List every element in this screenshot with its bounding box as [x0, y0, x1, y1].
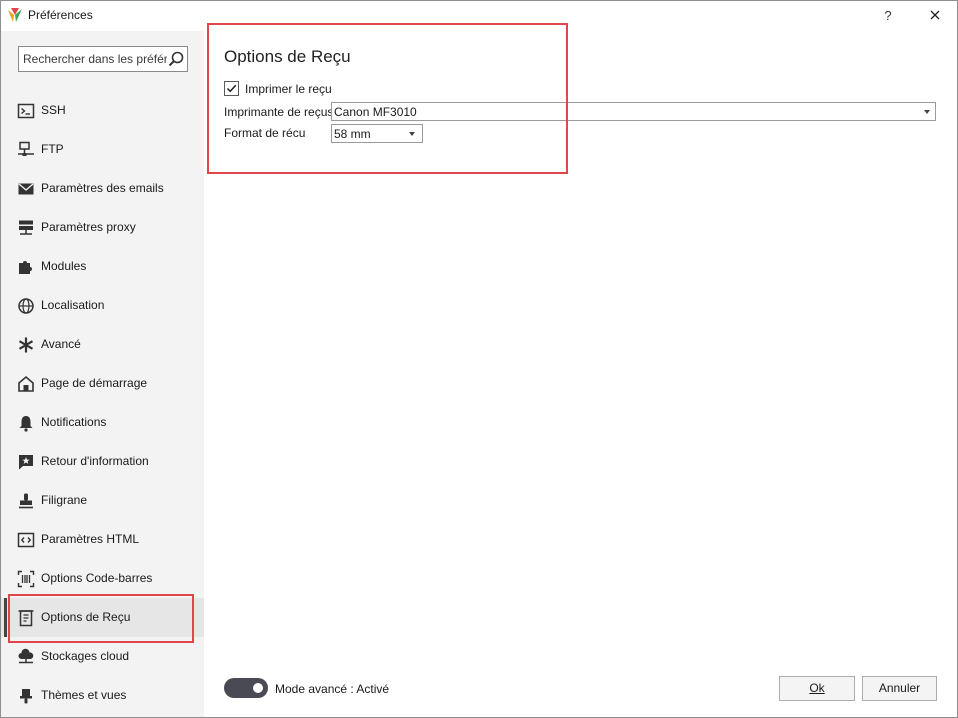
- puzzle-icon: [19, 261, 32, 274]
- advanced-mode-label: Mode avancé : Activé: [275, 682, 390, 696]
- checkmark-icon: [226, 84, 237, 93]
- sidebar-item-label: Page de démarrage: [41, 376, 148, 390]
- sidebar-item-feedback[interactable]: Retour d'information: [1, 442, 204, 481]
- page-title: Options de Reçu: [224, 47, 351, 66]
- sidebar-item-label: Options Code-barres: [41, 571, 153, 585]
- toggle-knob: [253, 683, 263, 693]
- sidebar-item-label: Thèmes et vues: [41, 688, 127, 702]
- ok-button-label: Ok: [809, 681, 825, 695]
- receipt-icon: [18, 610, 34, 627]
- sidebar-item-modules[interactable]: Modules: [1, 247, 204, 286]
- print-receipt-label: Imprimer le reçu: [245, 82, 332, 96]
- printer-select[interactable]: Canon MF3010: [331, 102, 936, 121]
- email-icon: [18, 183, 34, 195]
- sidebar-item-barcode-options[interactable]: Options Code-barres: [1, 559, 204, 598]
- window-title: Préférences: [28, 8, 93, 22]
- sidebar-item-label: Avancé: [41, 337, 81, 351]
- search-icon[interactable]: [167, 50, 185, 68]
- preferences-window: Préférences ? SSH: [0, 0, 958, 718]
- app-logo-icon: [8, 8, 22, 22]
- terminal-icon: [17, 103, 35, 119]
- sidebar-item-label: FTP: [41, 142, 64, 156]
- themes-icon: [20, 689, 32, 704]
- sidebar-item-label: Retour d'information: [41, 454, 149, 468]
- format-label: Format de récu: [224, 126, 306, 140]
- sidebar-item-localization[interactable]: Localisation: [1, 286, 204, 325]
- cancel-button[interactable]: Annuler: [862, 676, 937, 701]
- help-button[interactable]: ?: [877, 5, 899, 27]
- feedback-star-icon: [19, 455, 33, 470]
- sidebar-item-label: Paramètres des emails: [41, 181, 164, 195]
- sidebar-item-label: Modules: [41, 259, 87, 273]
- sidebar-item-start-page[interactable]: Page de démarrage: [1, 364, 204, 403]
- sidebar-item-ssh[interactable]: SSH: [1, 91, 204, 130]
- advanced-mode-toggle[interactable]: [224, 678, 268, 698]
- sidebar-item-email-settings[interactable]: Paramètres des emails: [1, 169, 204, 208]
- format-select-value: 58 mm: [334, 127, 371, 141]
- sidebar-item-label: Paramètres HTML: [41, 532, 140, 546]
- sidebar: SSH FTP Paramètres des emails Param: [1, 31, 204, 717]
- bell-icon: [19, 416, 33, 432]
- sidebar-item-advanced[interactable]: Avancé: [1, 325, 204, 364]
- stamp-icon: [19, 493, 33, 509]
- code-icon: [17, 532, 35, 548]
- sidebar-item-proxy-settings[interactable]: Paramètres proxy: [1, 208, 204, 247]
- sidebar-item-cloud-storage[interactable]: Stockages cloud: [1, 637, 204, 676]
- search-box: [18, 46, 188, 72]
- print-receipt-checkbox[interactable]: [224, 81, 239, 96]
- cloud-icon: [18, 648, 34, 664]
- printer-label: Imprimante de reçus: [224, 105, 334, 119]
- chevron-down-icon: [409, 132, 415, 136]
- search-input[interactable]: [21, 49, 167, 69]
- sidebar-item-notifications[interactable]: Notifications: [1, 403, 204, 442]
- sidebar-item-label: SSH: [41, 103, 66, 117]
- sidebar-item-ftp[interactable]: FTP: [1, 130, 204, 169]
- printer-select-value: Canon MF3010: [334, 105, 417, 119]
- ok-button[interactable]: Ok: [779, 676, 855, 701]
- main-panel: Options de Reçu Imprimer le reçu Imprima…: [204, 31, 957, 717]
- close-icon: [930, 10, 940, 20]
- title-bar: Préférences ?: [1, 1, 957, 31]
- proxy-server-icon: [19, 220, 33, 235]
- sidebar-item-themes-views[interactable]: Thèmes et vues: [1, 676, 204, 715]
- sidebar-item-label: Localisation: [41, 298, 105, 312]
- sidebar-item-html-settings[interactable]: Paramètres HTML: [1, 520, 204, 559]
- barcode-icon: [17, 570, 35, 588]
- sidebar-item-label: Stockages cloud: [41, 649, 130, 663]
- asterisk-icon: [18, 337, 34, 353]
- sidebar-item-watermark[interactable]: Filigrane: [1, 481, 204, 520]
- network-icon: [18, 141, 34, 156]
- chevron-down-icon: [924, 110, 930, 114]
- sidebar-item-label: Paramètres proxy: [41, 220, 136, 234]
- home-icon: [18, 375, 34, 392]
- sidebar-item-label: Filigrane: [41, 493, 88, 507]
- globe-icon: [18, 298, 34, 314]
- sidebar-item-label: Notifications: [41, 415, 107, 429]
- sidebar-item-receipt-options[interactable]: Options de Reçu: [1, 598, 204, 637]
- format-select[interactable]: 58 mm: [331, 124, 423, 143]
- close-button[interactable]: [923, 5, 947, 27]
- sidebar-item-label: Options de Reçu: [41, 610, 131, 624]
